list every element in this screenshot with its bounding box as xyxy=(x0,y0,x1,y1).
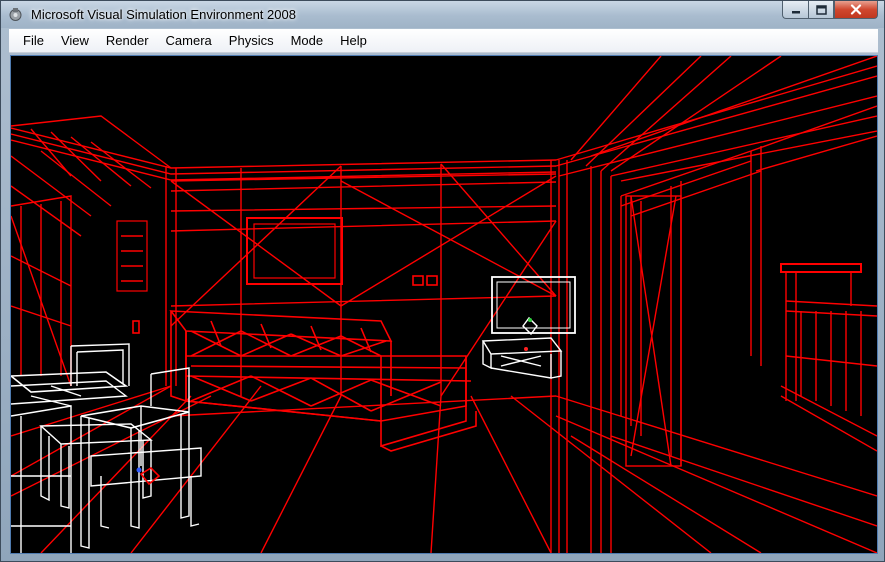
wireframe-scene xyxy=(11,56,877,553)
caption-buttons xyxy=(782,1,878,20)
title-bar[interactable]: Microsoft Visual Simulation Environment … xyxy=(1,1,884,28)
menu-view[interactable]: View xyxy=(54,31,96,50)
menu-help[interactable]: Help xyxy=(333,31,374,50)
maximize-icon xyxy=(815,4,827,15)
close-icon xyxy=(850,4,862,15)
app-window: Microsoft Visual Simulation Environment … xyxy=(0,0,885,562)
minimize-icon xyxy=(791,10,800,13)
simulation-viewport[interactable] xyxy=(10,55,878,554)
menu-camera[interactable]: Camera xyxy=(159,31,219,50)
menu-file[interactable]: File xyxy=(16,31,51,50)
menu-render[interactable]: Render xyxy=(99,31,156,50)
window-title: Microsoft Visual Simulation Environment … xyxy=(31,7,296,22)
menu-mode[interactable]: Mode xyxy=(284,31,331,50)
menu-bar: File View Render Camera Physics Mode Hel… xyxy=(9,29,878,53)
menu-physics[interactable]: Physics xyxy=(222,31,281,50)
app-icon[interactable] xyxy=(8,7,23,22)
close-button[interactable] xyxy=(834,1,878,19)
minimize-button[interactable] xyxy=(782,1,808,19)
maximize-button[interactable] xyxy=(808,1,834,19)
